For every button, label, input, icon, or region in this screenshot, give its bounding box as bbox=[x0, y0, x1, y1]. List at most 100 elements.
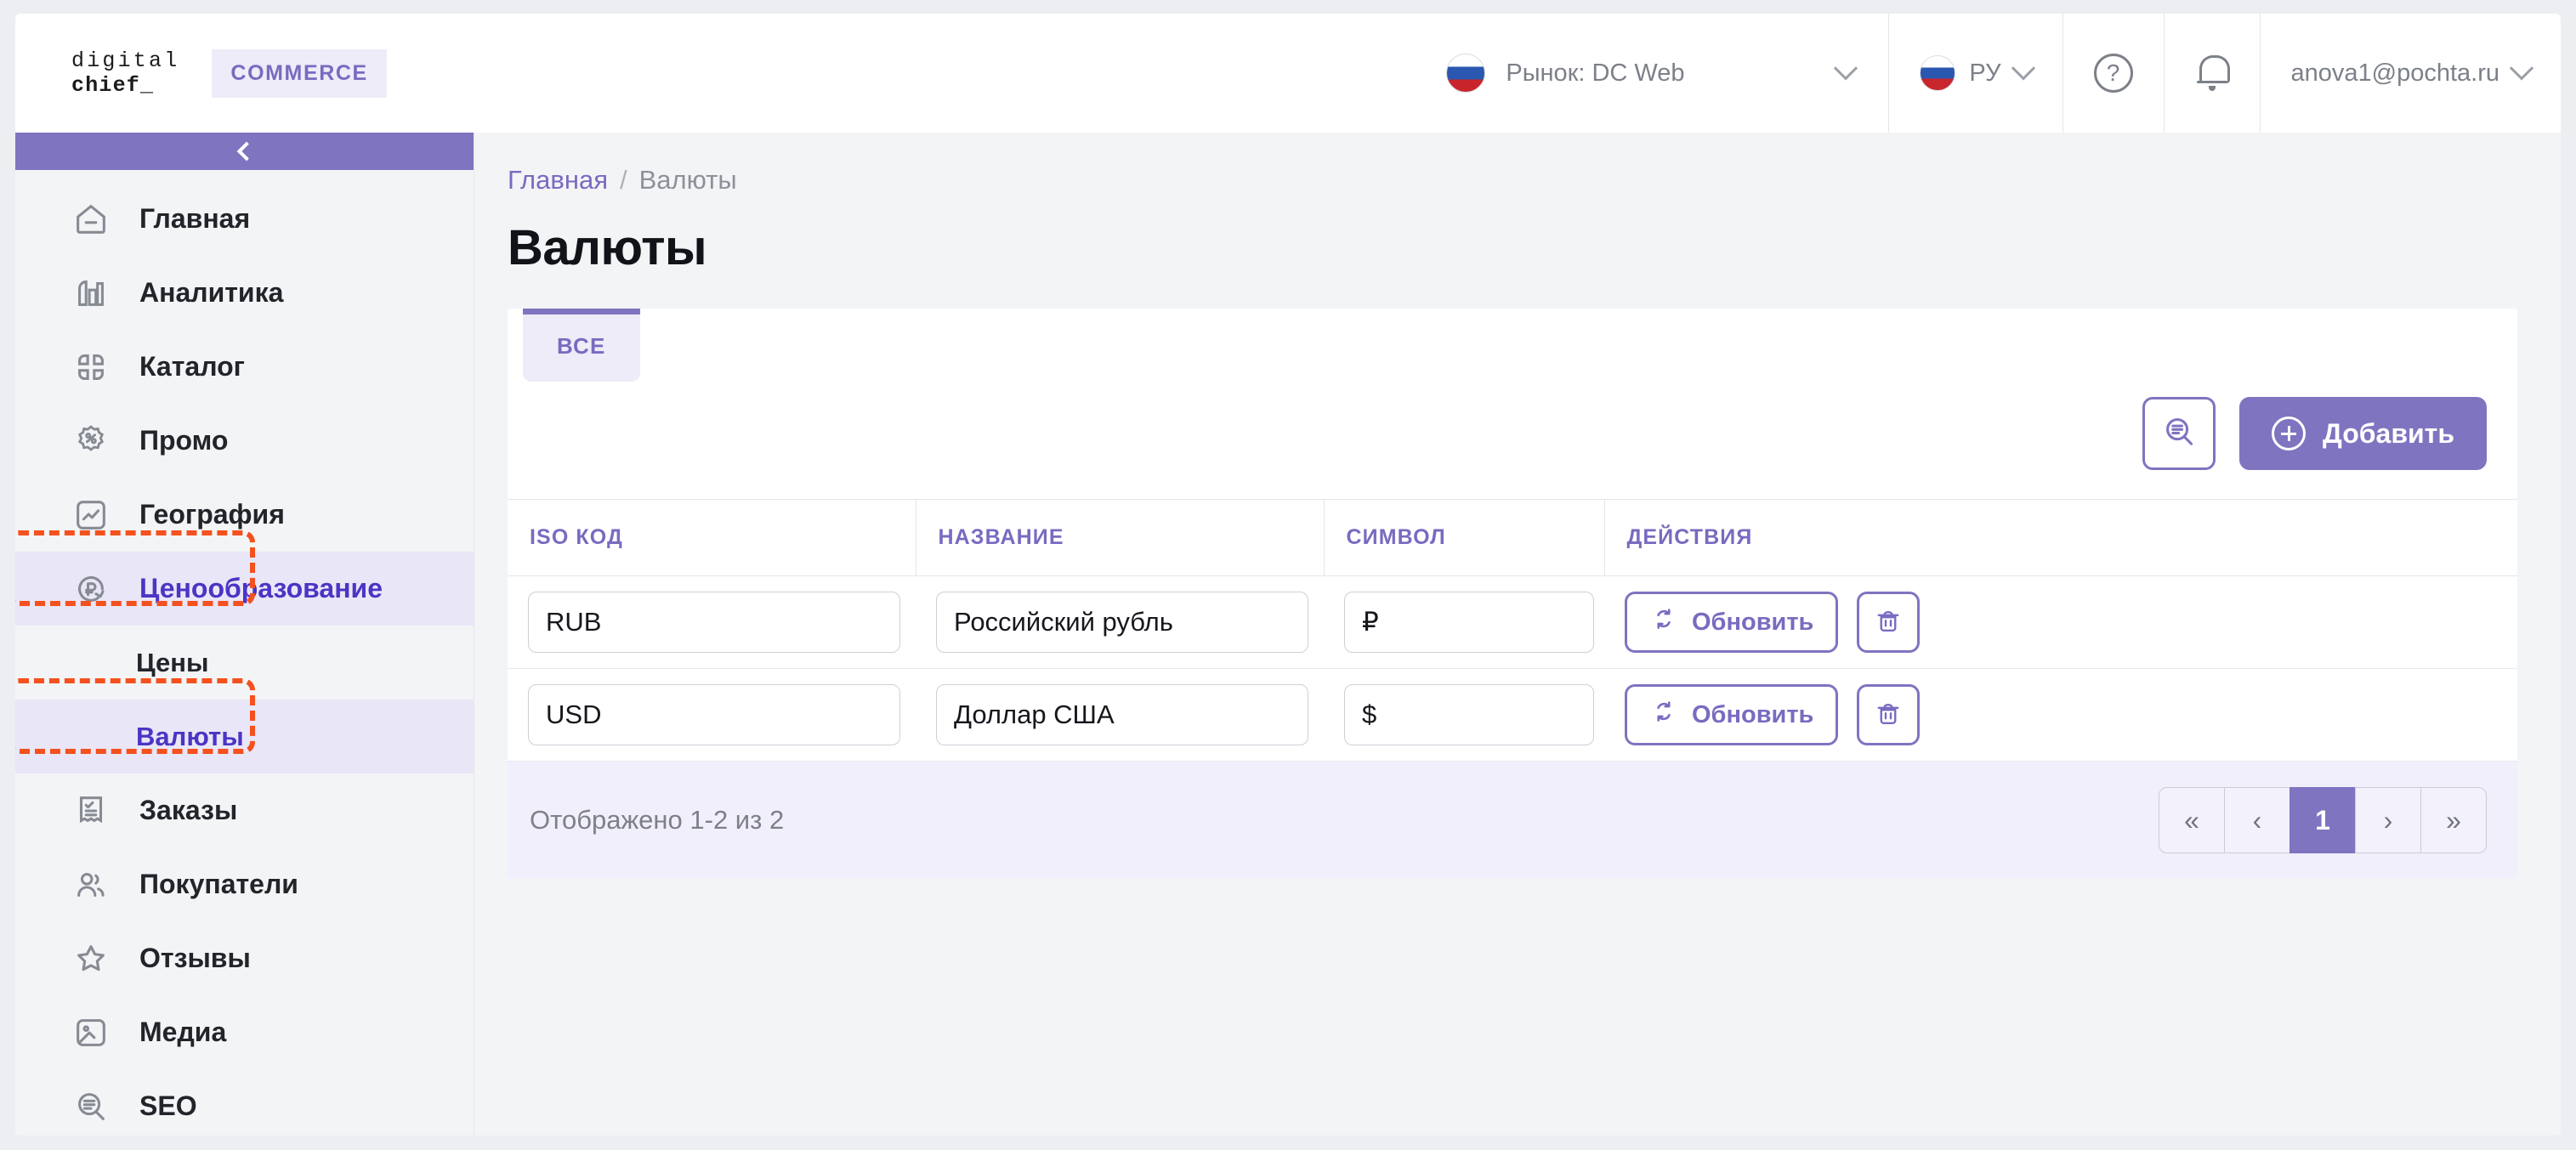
breadcrumb-current: Валюты bbox=[638, 165, 737, 195]
column-header-iso: ISO КОД bbox=[508, 499, 916, 576]
russia-flag-icon bbox=[1446, 54, 1486, 93]
currency-symbol-input[interactable] bbox=[1344, 684, 1594, 745]
breadcrumb: Главная / Валюты bbox=[508, 165, 2513, 195]
pagination-last-button[interactable]: » bbox=[2420, 787, 2487, 853]
top-header: digital chief_ COMMERCE Рынок: DC Web РУ… bbox=[15, 14, 2561, 133]
trash-bin-icon bbox=[1873, 606, 1904, 639]
sidebar-item-label: География bbox=[139, 499, 285, 530]
sidebar-collapse-button[interactable] bbox=[15, 133, 474, 170]
sidebar-item-geography[interactable]: География bbox=[15, 478, 474, 552]
sidebar-item-currencies[interactable]: Валюты bbox=[15, 700, 474, 773]
seo-search-doc-icon bbox=[71, 1087, 111, 1126]
filter-search-button[interactable] bbox=[2142, 397, 2216, 470]
market-label: Рынок: DC Web bbox=[1506, 59, 1685, 87]
delete-button[interactable] bbox=[1857, 592, 1921, 653]
user-email: anova1@pochta.ru bbox=[2290, 59, 2500, 87]
table-row: Обновить bbox=[508, 668, 2517, 762]
card-toolbar: Добавить bbox=[508, 382, 2517, 499]
table-header-row: ISO КОД НАЗВАНИЕ СИМВОЛ ДЕЙСТВИЯ bbox=[508, 499, 2517, 576]
user-account-menu[interactable]: anova1@pochta.ru bbox=[2259, 14, 2562, 133]
sidebar-item-seo[interactable]: SEO bbox=[15, 1069, 474, 1136]
column-header-symbol: СИМВОЛ bbox=[1324, 499, 1605, 576]
sidebar-item-label: Покупатели bbox=[139, 869, 298, 899]
sidebar-item-prices[interactable]: Цены bbox=[15, 626, 474, 700]
search-list-filter-icon bbox=[2159, 412, 2199, 456]
sidebar: Главная Аналитика Каталог Промо Географи… bbox=[15, 133, 474, 1136]
currency-name-input[interactable] bbox=[936, 592, 1308, 653]
sidebar-item-customers[interactable]: Покупатели bbox=[15, 847, 474, 921]
sidebar-item-orders[interactable]: Заказы bbox=[15, 773, 474, 847]
iso-code-input[interactable] bbox=[528, 592, 900, 653]
sidebar-item-media[interactable]: Медиа bbox=[15, 995, 474, 1069]
delete-button[interactable] bbox=[1857, 684, 1921, 745]
refresh-button-label: Обновить bbox=[1692, 700, 1814, 728]
sidebar-item-label: Заказы bbox=[139, 795, 238, 825]
refresh-arrows-icon bbox=[1649, 604, 1678, 640]
reviews-star-icon bbox=[71, 939, 111, 978]
sidebar-item-pricing[interactable]: Ценообразование bbox=[15, 552, 474, 626]
language-selector[interactable]: РУ bbox=[1888, 14, 2062, 133]
sidebar-item-reviews[interactable]: Отзывы bbox=[15, 921, 474, 995]
chevron-left-icon bbox=[236, 141, 257, 161]
refresh-button[interactable]: Обновить bbox=[1625, 684, 1839, 745]
plus-circle-icon bbox=[2272, 416, 2306, 450]
cell-actions: Обновить bbox=[1604, 668, 2517, 762]
tab-all[interactable]: ВСЕ bbox=[523, 309, 640, 382]
promo-percent-badge-icon bbox=[71, 422, 111, 461]
pagination-page-1[interactable]: 1 bbox=[2289, 787, 2356, 853]
iso-code-input[interactable] bbox=[528, 684, 900, 745]
brand-logo[interactable]: digital chief_ COMMERCE bbox=[15, 48, 387, 98]
refresh-arrows-icon bbox=[1649, 697, 1678, 733]
market-selector[interactable]: Рынок: DC Web bbox=[1429, 14, 1888, 133]
chevron-down-icon bbox=[2011, 56, 2035, 81]
sidebar-item-promo[interactable]: Промо bbox=[15, 404, 474, 478]
logo-line-2: chief_ bbox=[71, 73, 155, 98]
trash-bin-icon bbox=[1873, 699, 1904, 732]
sidebar-item-label: Медиа bbox=[139, 1017, 227, 1047]
notification-bell-icon bbox=[2195, 53, 2230, 93]
cell-actions: Обновить bbox=[1604, 575, 2517, 669]
logo-line-1: digital bbox=[71, 48, 180, 73]
pricing-ruble-refresh-icon bbox=[71, 569, 111, 609]
main-content: Главная / Валюты Валюты ВСЕ Добавить ISO… bbox=[475, 133, 2561, 1136]
refresh-button-label: Обновить bbox=[1692, 608, 1814, 636]
currency-name-input[interactable] bbox=[936, 684, 1308, 745]
pagination: « ‹ 1 › » bbox=[2159, 787, 2487, 853]
sidebar-item-label: Каталог bbox=[139, 351, 245, 382]
refresh-button[interactable]: Обновить bbox=[1625, 592, 1839, 653]
sidebar-item-analytics[interactable]: Аналитика bbox=[15, 256, 474, 330]
chevron-down-icon bbox=[2509, 56, 2534, 81]
pagination-prev-button[interactable]: ‹ bbox=[2224, 787, 2290, 853]
header-controls: Рынок: DC Web РУ ? anova1@pochta.ru bbox=[1429, 14, 2561, 133]
sidebar-item-home[interactable]: Главная bbox=[15, 182, 474, 256]
pagination-first-button[interactable]: « bbox=[2159, 787, 2225, 853]
analytics-bar-chart-icon bbox=[71, 274, 111, 313]
commerce-badge: COMMERCE bbox=[212, 48, 387, 98]
cell-symbol bbox=[1324, 575, 1604, 669]
sidebar-item-label: Отзывы bbox=[139, 943, 251, 973]
pagination-next-button[interactable]: › bbox=[2355, 787, 2421, 853]
sidebar-nav: Главная Аналитика Каталог Промо Географи… bbox=[15, 170, 474, 1136]
help-button[interactable]: ? bbox=[2062, 14, 2164, 133]
catalog-grid-icon bbox=[71, 348, 111, 387]
cell-name bbox=[916, 575, 1324, 669]
home-icon bbox=[71, 200, 111, 239]
customers-people-icon bbox=[71, 865, 111, 904]
cell-symbol bbox=[1324, 668, 1604, 762]
sidebar-item-label: Ценообразование bbox=[139, 573, 383, 603]
breadcrumb-home-link[interactable]: Главная bbox=[508, 165, 608, 195]
application-window: digital chief_ COMMERCE Рынок: DC Web РУ… bbox=[15, 14, 2561, 1136]
cell-name bbox=[916, 668, 1324, 762]
notifications-button[interactable] bbox=[2163, 14, 2260, 133]
add-button[interactable]: Добавить bbox=[2239, 397, 2487, 470]
cell-iso bbox=[508, 668, 916, 762]
currency-symbol-input[interactable] bbox=[1344, 592, 1594, 653]
question-mark-circle-icon: ? bbox=[2093, 54, 2133, 93]
sidebar-item-label: Главная bbox=[139, 203, 251, 234]
sidebar-item-catalog[interactable]: Каталог bbox=[15, 330, 474, 404]
currencies-table: ISO КОД НАЗВАНИЕ СИМВОЛ ДЕЙСТВИЯ RUB Рос… bbox=[508, 499, 2517, 762]
sidebar-item-label: Аналитика bbox=[139, 277, 284, 308]
sidebar-item-label: Цены bbox=[136, 647, 209, 677]
card-footer: Отображено 1-2 из 2 « ‹ 1 › » bbox=[508, 762, 2517, 879]
currencies-card: ВСЕ Добавить ISO КОД НАЗВАНИЕ СИМВОЛ ДЕЙ… bbox=[508, 309, 2517, 879]
